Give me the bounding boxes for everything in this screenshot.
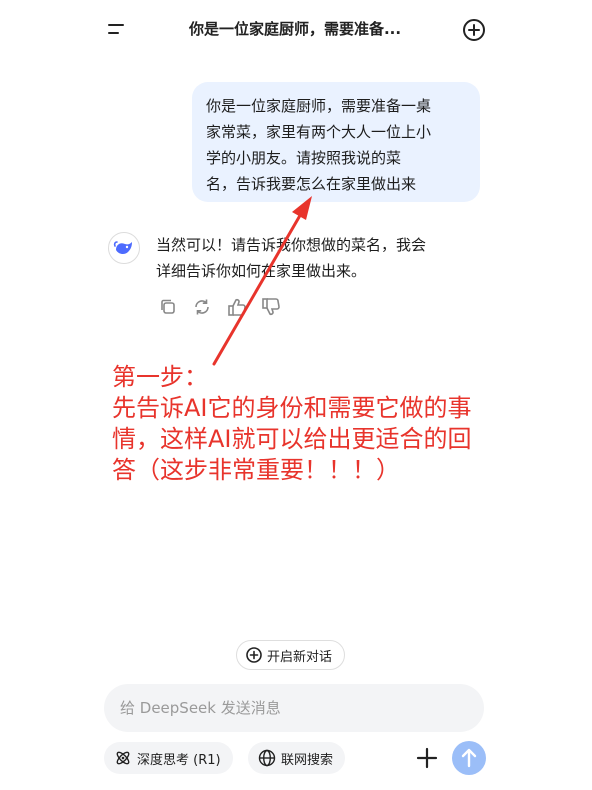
copy-icon [161,299,175,314]
chat-title: 你是一位家庭厨师，需要准备... [188,20,402,38]
message-input[interactable] [120,684,468,732]
menu-button[interactable] [102,16,132,46]
web-search-toggle[interactable]: 联网搜索 [248,742,346,774]
attach-button[interactable] [414,745,440,771]
regenerate-icon [195,299,209,315]
thumbs-down-button[interactable] [260,296,282,318]
menu-icon [108,24,124,26]
web-search-label: 联网搜索 [281,752,334,768]
regenerate-button[interactable] [191,296,213,318]
annotation-line: 情，这样AI就可以给出更适合的回 [112,425,472,453]
new-conversation-button[interactable]: 开启新对话 [236,640,346,670]
annotation-line: 先告诉AI它的身份和需要它做的事 [112,394,472,422]
plus-icon [416,747,438,769]
deepseek-whale-icon [113,241,132,255]
user-message-bubble: 你是一位家庭厨师，需要准备一桌 家常菜，家里有两个大人一位上小 学的小朋友。请按… [192,82,480,202]
new-chat-button[interactable] [460,16,488,44]
ai-message-line: 当然可以！请告诉我你想做的菜名，我会 [156,236,427,254]
ai-message-line: 详细告诉你如何在家里做出来。 [156,262,367,280]
annotation-line: 答（这步非常重要！！！） [112,456,400,484]
thumbs-up-button[interactable] [226,296,248,318]
send-button[interactable] [452,741,486,775]
annotation-line: 第一步： [112,363,208,391]
new-chat-icon [463,19,485,41]
atom-icon [116,751,130,765]
message-composer [104,684,484,732]
thumbs-up-icon [228,298,246,316]
new-conversation-label: 开启新对话 [267,649,333,665]
chat-header: 你是一位家庭厨师，需要准备... [0,0,592,60]
deep-think-toggle[interactable]: 深度思考 (R1) [104,742,233,774]
user-message-line: 你是一位家庭厨师，需要准备一桌 [206,97,432,115]
user-message-line: 家常菜，家里有两个大人一位上小 [206,123,432,141]
deep-think-label: 深度思考 (R1) [137,752,221,768]
thumbs-down-icon [262,298,280,316]
copy-button[interactable] [157,296,179,318]
send-arrow-icon [461,748,477,768]
annotation-text: 第一步： 先告诉AI它的身份和需要它做的事 情，这样AI就可以给出更适合的回 答… [112,362,512,486]
menu-icon-line [108,32,119,34]
ai-message: 当然可以！请告诉我你想做的菜名，我会 详细告诉你如何在家里做出来。 [156,232,476,284]
globe-icon [258,749,276,767]
user-message-line: 名，告诉我要怎么在家里做出来 [206,175,417,193]
plus-circle-icon [246,647,262,663]
ai-avatar [108,232,140,264]
user-message-line: 学的小朋友。请按照我说的菜 [206,149,402,167]
